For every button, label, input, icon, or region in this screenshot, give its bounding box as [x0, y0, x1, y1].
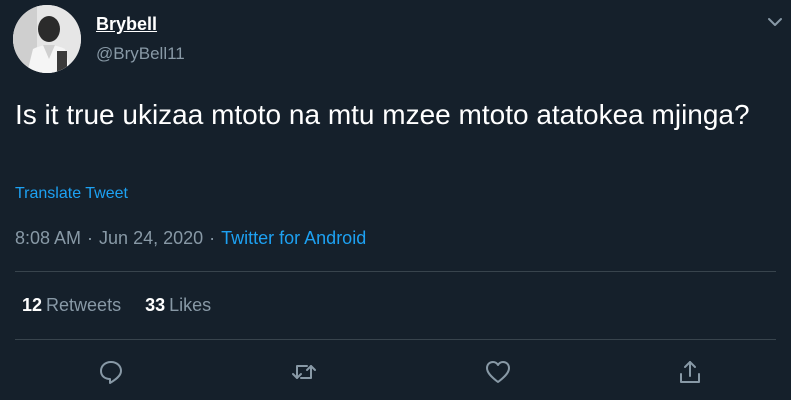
likes-count: 33: [145, 295, 166, 315]
avatar[interactable]: [13, 5, 81, 73]
profile-photo-icon: [13, 5, 81, 73]
likes-label: Likes: [169, 295, 212, 315]
share-icon[interactable]: [676, 358, 704, 386]
divider: [15, 271, 776, 272]
tweet-text: Is it true ukizaa mtoto na mtu mzee mtot…: [15, 99, 750, 130]
meta-separator: ·: [209, 228, 216, 248]
translate-tweet-link[interactable]: Translate Tweet: [15, 185, 128, 203]
reply-icon[interactable]: [97, 358, 125, 386]
tweet-time[interactable]: 8:08 AM: [15, 228, 81, 248]
retweets-count: 12: [22, 295, 43, 315]
author-name[interactable]: Brybell: [96, 14, 157, 35]
tweet-source[interactable]: Twitter for Android: [221, 228, 366, 248]
tweet-stats: 12 Retweets 33 Likes: [22, 295, 235, 316]
retweets-stat[interactable]: 12 Retweets: [22, 295, 121, 315]
meta-separator: ·: [87, 228, 94, 248]
tweet-date[interactable]: Jun 24, 2020: [99, 228, 203, 248]
chevron-down-icon[interactable]: [765, 14, 785, 30]
divider: [15, 339, 776, 340]
tweet-metadata: 8:08 AM · Jun 24, 2020 · Twitter for Android: [15, 228, 366, 249]
likes-stat[interactable]: 33 Likes: [145, 295, 211, 315]
retweets-label: Retweets: [46, 295, 122, 315]
heart-icon[interactable]: [484, 358, 512, 386]
tweet-card: Brybell @BryBell11 Is it true ukizaa mto…: [0, 0, 791, 400]
author-handle: @BryBell11: [96, 44, 185, 63]
retweet-icon[interactable]: [290, 358, 318, 386]
